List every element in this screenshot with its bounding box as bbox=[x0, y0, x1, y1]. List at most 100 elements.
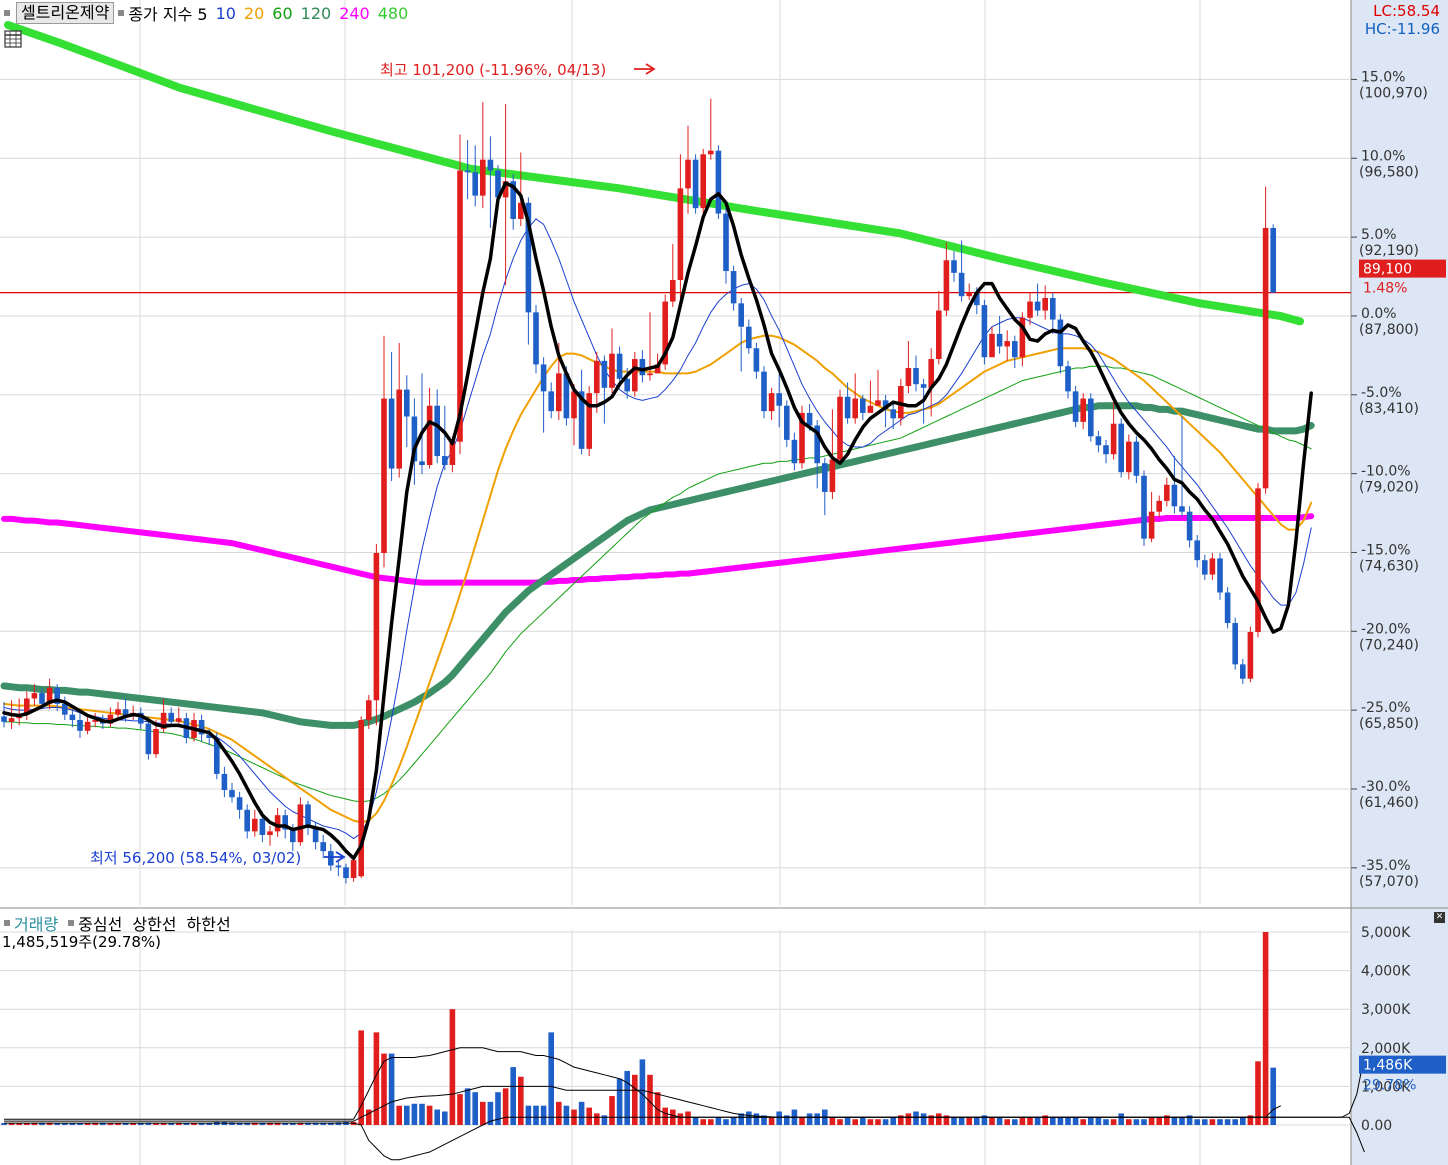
ma-legend-60: 60 bbox=[272, 3, 293, 23]
candle-body bbox=[1224, 592, 1231, 624]
candle-body bbox=[434, 405, 440, 457]
volume-bar bbox=[829, 1117, 836, 1125]
volume-bar bbox=[708, 1119, 714, 1125]
volume-bar bbox=[1095, 1117, 1102, 1125]
candle-body bbox=[1141, 475, 1147, 539]
volume-bar bbox=[1050, 1117, 1056, 1125]
price-axis-pct: 15.0% bbox=[1361, 69, 1405, 85]
candle-body bbox=[905, 368, 912, 386]
indicator-label: 종가 지수 5 bbox=[128, 5, 208, 24]
volume-bar bbox=[1126, 1119, 1132, 1125]
candle-body bbox=[1164, 484, 1170, 501]
candle-body bbox=[396, 389, 402, 469]
candle-body bbox=[677, 188, 684, 281]
candle-body bbox=[670, 280, 676, 302]
ma-legend-20: 20 bbox=[243, 3, 265, 23]
candle-body bbox=[472, 172, 478, 196]
candle-body bbox=[229, 790, 235, 798]
candle-body bbox=[267, 831, 273, 835]
candle-body bbox=[335, 865, 342, 868]
candle-body bbox=[153, 729, 159, 755]
table-grid-icon[interactable] bbox=[4, 30, 22, 48]
volume-bar bbox=[1133, 1119, 1140, 1125]
close-icon[interactable]: ✕ bbox=[1434, 912, 1445, 923]
volume-bar bbox=[685, 1111, 691, 1125]
candle-body bbox=[1171, 484, 1178, 507]
volume-bar bbox=[1088, 1117, 1094, 1125]
arrow-right-icon bbox=[634, 63, 656, 75]
volume-bar bbox=[548, 1032, 554, 1125]
candle-body bbox=[69, 714, 76, 721]
volume-bar bbox=[753, 1113, 760, 1125]
candle-body bbox=[1118, 423, 1124, 473]
candle-body bbox=[981, 305, 988, 358]
candle-body bbox=[358, 720, 364, 877]
volume-bar bbox=[867, 1119, 874, 1125]
volume-bar bbox=[396, 1105, 402, 1125]
candle-body bbox=[366, 700, 372, 721]
candle-body bbox=[236, 797, 243, 810]
legend-marker-icon bbox=[118, 10, 125, 16]
candle-body bbox=[1103, 445, 1109, 455]
candle-body bbox=[556, 373, 562, 412]
volume-bar bbox=[958, 1117, 965, 1125]
volume-bar bbox=[677, 1113, 684, 1125]
candle-body bbox=[647, 373, 653, 376]
candle-body bbox=[958, 272, 965, 297]
volume-upper-line bbox=[4, 1047, 1365, 1120]
volume-bar bbox=[404, 1105, 410, 1125]
candle-body bbox=[715, 150, 722, 214]
lc-value: LC:58.54 bbox=[1373, 2, 1440, 20]
candle-body bbox=[700, 154, 706, 209]
candle-body bbox=[860, 398, 866, 413]
candle-body bbox=[404, 389, 410, 417]
volume-bar bbox=[989, 1117, 995, 1125]
candle-body bbox=[388, 398, 395, 469]
volume-bar bbox=[730, 1117, 737, 1125]
candle-body bbox=[1186, 511, 1193, 541]
volume-bar bbox=[502, 1088, 509, 1125]
candle-body bbox=[890, 409, 896, 419]
candle-body bbox=[920, 384, 927, 388]
volume-current-pct: 29.78% bbox=[1363, 1078, 1416, 1094]
candle-body bbox=[221, 773, 228, 791]
candle-body bbox=[746, 326, 752, 349]
volume-bar bbox=[1027, 1117, 1033, 1125]
volume-axis-label: 3,000K bbox=[1361, 1002, 1411, 1018]
candle-body bbox=[297, 804, 304, 843]
candle-body bbox=[1050, 297, 1056, 320]
candle-body bbox=[1072, 391, 1079, 422]
candle-body bbox=[723, 213, 729, 272]
candle-body bbox=[442, 456, 448, 465]
volume-bar bbox=[1065, 1117, 1071, 1125]
candle-body bbox=[738, 303, 744, 327]
volume-bar bbox=[936, 1113, 942, 1125]
volume-bar bbox=[1148, 1117, 1155, 1125]
candle-body bbox=[609, 353, 615, 388]
high-annotation: 최고 101,200 (-11.96%, 04/13) bbox=[380, 61, 606, 79]
price-axis-pct: -10.0% bbox=[1361, 464, 1411, 480]
volume-current-label: 1,486K bbox=[1363, 1058, 1413, 1074]
volume-line-lower: 하한선 bbox=[186, 915, 231, 934]
candle-body bbox=[601, 360, 608, 388]
volume-bar bbox=[578, 1101, 585, 1125]
candle-body bbox=[252, 818, 258, 832]
stock-name-button[interactable]: 셀트리온제약 bbox=[16, 2, 115, 24]
volume-bar bbox=[1179, 1117, 1185, 1125]
candle-body bbox=[753, 348, 760, 372]
candle-body bbox=[115, 709, 121, 715]
candle-body bbox=[1034, 301, 1041, 311]
volume-bar bbox=[882, 1119, 889, 1125]
candle-body bbox=[571, 391, 577, 419]
volume-bar bbox=[715, 1117, 722, 1125]
candle-body bbox=[1042, 297, 1048, 311]
volume-bar bbox=[563, 1105, 570, 1125]
candle-body bbox=[632, 359, 638, 392]
volume-bar bbox=[419, 1103, 425, 1125]
volume-bar bbox=[1118, 1113, 1124, 1125]
volume-bar bbox=[449, 1009, 456, 1125]
volume-bar bbox=[1224, 1119, 1231, 1125]
volume-bar bbox=[700, 1119, 706, 1125]
candle-body bbox=[852, 398, 858, 419]
candle-body bbox=[39, 693, 45, 704]
